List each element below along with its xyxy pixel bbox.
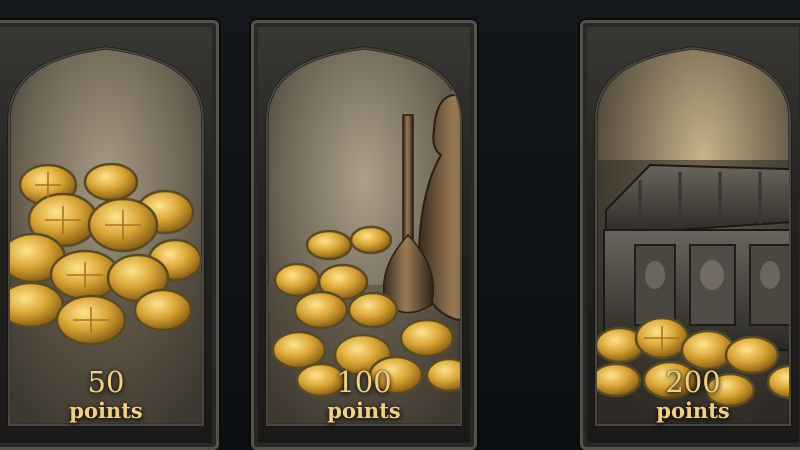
points-pack-200[interactable]: 200 points [580, 20, 800, 450]
points-unit: points [327, 398, 401, 423]
points-pack-label: 200 points [580, 366, 800, 424]
points-pack-label: 50 points [0, 366, 219, 424]
points-amount: 50 [87, 365, 125, 399]
points-pack-100[interactable]: 100 points [251, 20, 477, 450]
points-amount: 200 [665, 365, 721, 399]
points-amount: 100 [336, 365, 392, 399]
points-unit: points [69, 398, 143, 423]
points-pack-label: 100 points [251, 366, 477, 424]
points-pack-50[interactable]: 50 points [0, 20, 219, 450]
points-unit: points [656, 398, 730, 423]
